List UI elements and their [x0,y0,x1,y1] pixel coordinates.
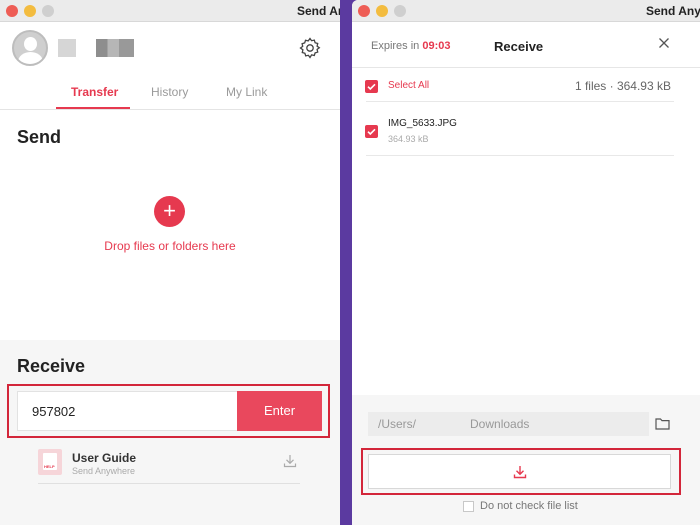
receive-header: Expires in 09:03 Receive [352,22,700,68]
expires-time: 09:03 [422,40,451,52]
close-window-button[interactable] [6,5,18,17]
checkmark-icon [367,83,376,91]
select-all-checkbox[interactable] [365,80,378,93]
redacted-profile-name [96,39,134,57]
minimize-window-button[interactable] [24,5,36,17]
enter-button[interactable]: Enter [237,391,322,431]
avatar-icon[interactable] [12,30,48,66]
file-checkbox[interactable] [365,125,378,138]
minimize-window-button[interactable] [376,5,388,17]
tab-transfer[interactable]: Transfer [71,85,118,99]
save-path-field[interactable]: /Users/Downloads [368,412,649,436]
window-title: Send Anyw [297,4,340,18]
send-anywhere-main-window: Send Anyw Transfer History My Link Send … [0,0,340,525]
receive-key-input[interactable] [17,391,238,431]
user-guide-subtitle: Send Anywhere [72,466,136,476]
drop-files-hint[interactable]: Drop files or folders here [70,239,270,253]
receive-header-title: Receive [494,39,544,54]
do-not-check-checkbox[interactable] [463,501,474,512]
zoom-window-button[interactable] [42,5,54,17]
user-guide-title: User Guide [72,451,137,465]
receive-section-title: Receive [17,356,86,376]
settings-gear-icon[interactable] [298,36,322,60]
download-icon[interactable] [283,454,297,468]
profile-row [0,22,340,76]
file-size: 364.93 kB [388,134,429,144]
right-window-titlebar: Send Anyw [352,0,700,22]
file-summary: 1 files · 364.93 kB [574,79,671,93]
file-name: IMG_5633.JPG [388,118,457,129]
download-button[interactable] [368,454,671,489]
close-window-button[interactable] [358,5,370,17]
left-window-titlebar: Send Anyw [0,0,340,22]
download-icon [513,466,527,479]
zoom-window-button[interactable] [394,5,406,17]
close-icon[interactable] [658,37,670,49]
folder-icon[interactable] [655,417,670,430]
add-files-plus-button[interactable]: + [154,196,185,227]
window-title: Send Anyw [646,4,700,18]
user-guide-item[interactable]: HELP User Guide Send Anywhere [38,446,300,484]
send-section-title: Send [17,127,62,147]
main-tabs: Transfer History My Link [0,76,340,110]
checkmark-icon [367,128,376,136]
tab-history[interactable]: History [151,85,188,99]
select-all-label[interactable]: Select All [388,80,429,91]
do-not-check-label[interactable]: Do not check file list [480,500,578,512]
tab-my-link[interactable]: My Link [226,85,267,99]
redacted-profile-block [58,39,76,57]
active-tab-indicator [56,107,130,109]
receive-window: Send Anyw Expires in 09:03 Receive Selec… [352,0,700,525]
divider [366,155,674,156]
divider [366,101,674,102]
help-document-icon: HELP [38,449,62,475]
expires-timer: Expires in 09:03 [371,40,451,52]
